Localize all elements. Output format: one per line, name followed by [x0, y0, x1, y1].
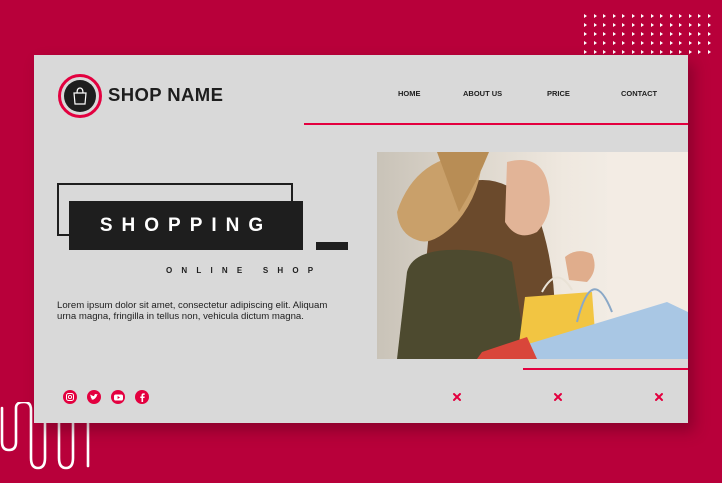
triangle-decoration	[641, 32, 644, 36]
triangle-decoration	[650, 32, 654, 36]
youtube-icon[interactable]	[111, 390, 125, 404]
triangle-decoration	[603, 14, 606, 18]
triangle-decoration	[698, 50, 701, 54]
triangle-decoration	[707, 41, 711, 45]
triangle-decoration	[612, 32, 616, 36]
triangle-decoration	[612, 14, 616, 18]
triangle-decoration	[603, 23, 606, 27]
triangle-decoration	[622, 50, 625, 54]
triangle-decoration	[688, 14, 692, 18]
close-icon[interactable]	[451, 391, 463, 403]
triangle-decoration	[631, 23, 635, 27]
triangle-decoration	[593, 23, 597, 27]
triangle-decoration	[641, 23, 644, 27]
nav-about-us[interactable]: ABOUT US	[463, 89, 502, 98]
twitter-icon[interactable]	[87, 390, 101, 404]
triangle-decoration	[584, 41, 587, 45]
triangle-decoration	[698, 41, 701, 45]
shop-logo[interactable]	[58, 74, 102, 118]
triangle-decoration	[622, 32, 625, 36]
triangle-decoration	[660, 23, 663, 27]
triangle-decoration	[679, 41, 682, 45]
triangle-decoration	[660, 14, 663, 18]
triangle-decoration	[688, 32, 692, 36]
triangle-decoration	[707, 50, 711, 54]
hero-description: Lorem ipsum dolor sit amet, consectetur …	[57, 300, 328, 323]
nav-divider	[304, 123, 688, 125]
triangle-decoration	[603, 32, 606, 36]
triangle-decoration	[650, 50, 654, 54]
triangle-decoration	[650, 41, 654, 45]
triangle-decoration	[622, 41, 625, 45]
triangle-pattern-decoration	[584, 14, 718, 60]
triangle-decoration	[603, 50, 606, 54]
triangle-decoration	[603, 41, 606, 45]
triangle-decoration	[698, 32, 701, 36]
triangle-decoration	[650, 14, 654, 18]
triangle-decoration	[688, 41, 692, 45]
nav-price[interactable]: PRICE	[547, 89, 570, 98]
hero-title: SHOPPING	[69, 201, 303, 250]
triangle-decoration	[679, 23, 682, 27]
triangle-decoration	[707, 32, 711, 36]
triangle-decoration	[593, 32, 597, 36]
triangle-decoration	[679, 32, 682, 36]
hero-photo	[377, 152, 688, 359]
nav-home[interactable]: HOME	[398, 89, 421, 98]
triangle-decoration	[612, 50, 616, 54]
triangle-decoration	[631, 14, 635, 18]
triangle-decoration	[679, 50, 682, 54]
triangle-decoration	[622, 23, 625, 27]
triangle-decoration	[650, 23, 654, 27]
close-icon[interactable]	[552, 391, 564, 403]
triangle-decoration	[669, 23, 673, 27]
shopping-bag-icon	[73, 87, 87, 105]
triangle-decoration	[707, 23, 711, 27]
triangle-decoration	[669, 14, 673, 18]
triangle-decoration	[669, 41, 673, 45]
triangle-decoration	[593, 14, 597, 18]
shop-name: SHOP NAME	[108, 84, 224, 105]
triangle-decoration	[641, 14, 644, 18]
triangle-decoration	[631, 41, 635, 45]
triangle-decoration	[584, 50, 587, 54]
triangle-decoration	[698, 23, 701, 27]
nav-contact[interactable]: CONTACT	[621, 89, 657, 98]
triangle-decoration	[660, 50, 663, 54]
facebook-icon[interactable]	[135, 390, 149, 404]
triangle-decoration	[641, 50, 644, 54]
triangle-decoration	[660, 32, 663, 36]
triangle-decoration	[679, 14, 682, 18]
instagram-icon[interactable]	[63, 390, 77, 404]
woman-with-shopping-bags-image	[377, 152, 688, 359]
triangle-decoration	[641, 41, 644, 45]
triangle-decoration	[612, 41, 616, 45]
triangle-decoration	[698, 14, 701, 18]
triangle-decoration	[688, 50, 692, 54]
triangle-decoration	[584, 14, 587, 18]
triangle-decoration	[631, 50, 635, 54]
title-underline-decoration	[316, 242, 348, 250]
triangle-decoration	[660, 41, 663, 45]
close-icon[interactable]	[653, 391, 665, 403]
triangle-decoration	[584, 23, 587, 27]
triangle-decoration	[669, 50, 673, 54]
triangle-decoration	[584, 32, 587, 36]
footer-divider	[523, 368, 688, 370]
triangle-decoration	[669, 32, 673, 36]
landing-page-card: SHOP NAME HOME ABOUT US PRICE CONTACT SH…	[34, 55, 688, 423]
hero-subtitle: ONLINE SHOP	[166, 266, 323, 275]
triangle-decoration	[622, 14, 625, 18]
triangle-decoration	[707, 14, 711, 18]
triangle-decoration	[593, 41, 597, 45]
triangle-decoration	[612, 23, 616, 27]
triangle-decoration	[593, 50, 597, 54]
triangle-decoration	[688, 23, 692, 27]
triangle-decoration	[631, 32, 635, 36]
